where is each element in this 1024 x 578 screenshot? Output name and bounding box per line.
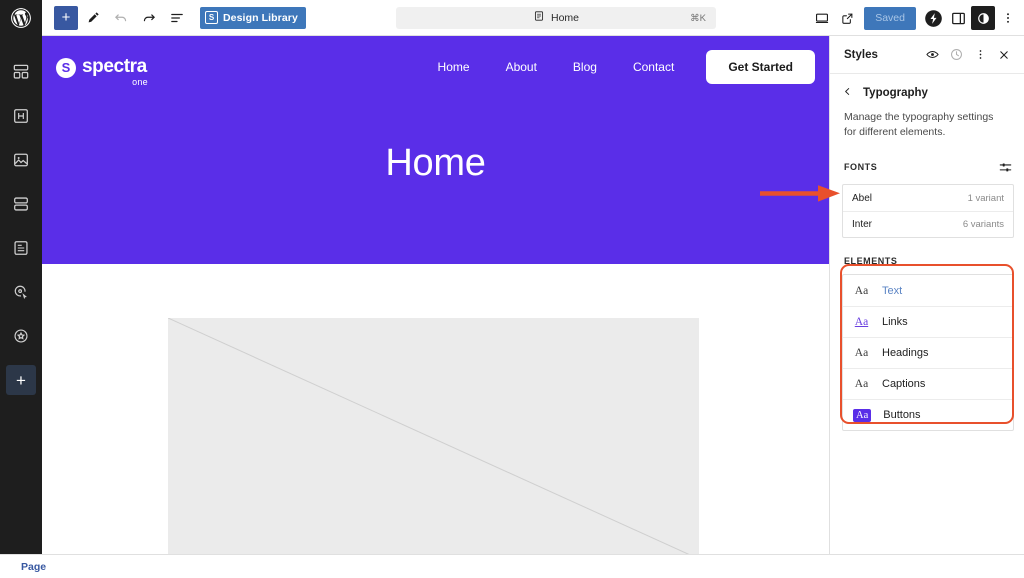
element-label: Captions <box>882 378 926 391</box>
spectra-bolt-icon[interactable] <box>921 6 945 30</box>
save-button[interactable]: Saved <box>864 6 916 30</box>
history-clock-icon[interactable] <box>944 43 968 67</box>
font-name: Abel <box>852 192 873 204</box>
add-block-button[interactable]: + <box>54 5 78 30</box>
font-variant-count: 6 variants <box>962 219 1004 231</box>
add-new-button[interactable]: + <box>0 358 42 402</box>
status-bar: Page <box>0 554 1024 578</box>
save-button-label: Saved <box>875 12 905 24</box>
styles-panel-title: Styles <box>844 48 878 61</box>
type-sample-icon: Aa <box>854 284 869 297</box>
element-row-buttons[interactable]: Aa Buttons <box>843 399 1013 430</box>
element-row-captions[interactable]: Aa Captions <box>843 368 1013 399</box>
fonts-section-label: Fonts <box>844 162 878 173</box>
pencil-icon[interactable] <box>80 5 106 31</box>
wordpress-logo-icon[interactable] <box>0 0 42 36</box>
breadcrumb[interactable]: Typography <box>830 74 1024 108</box>
command-bar-inner: Home <box>533 9 579 27</box>
editor-root: + + S Design Library Home ⌘K Saved S spe… <box>0 0 1024 578</box>
close-x-icon[interactable] <box>992 43 1016 67</box>
sidebar-item-patterns[interactable] <box>0 94 42 138</box>
toolbar-right-group: Saved <box>810 0 1020 36</box>
command-bar-shortcut: ⌘K <box>690 12 706 24</box>
more-options-icon[interactable] <box>968 43 992 67</box>
font-name: Inter <box>852 219 873 231</box>
breadcrumb-label: Typography <box>863 87 928 99</box>
left-rail: + <box>0 0 42 578</box>
design-library-button[interactable]: S Design Library <box>200 6 306 29</box>
hero-section[interactable]: S spectra one Home About Blog Contact Ge… <box>42 36 829 264</box>
fonts-list: Abel 1 variant Inter 6 variants <box>842 184 1014 239</box>
design-library-badge: S <box>205 11 218 24</box>
chevron-left-icon[interactable] <box>842 84 853 102</box>
elements-section-header: Elements <box>830 238 1024 272</box>
element-label: Headings <box>882 347 929 360</box>
external-link-icon[interactable] <box>835 6 859 30</box>
element-label: Buttons <box>883 409 921 422</box>
toolbar-left-group: + S Design Library <box>42 5 306 31</box>
elements-list: Aa Text Aa Links Aa Headings Aa Captions… <box>842 274 1014 432</box>
type-sample-icon: Aa <box>854 347 869 360</box>
fonts-section-header: Fonts <box>830 140 1024 182</box>
font-variant-count: 1 variant <box>967 192 1004 204</box>
sidebar-toggle-icon[interactable] <box>946 6 970 30</box>
element-row-text[interactable]: Aa Text <box>843 275 1013 306</box>
font-row-abel[interactable]: Abel 1 variant <box>843 185 1013 211</box>
status-bar-label[interactable]: Page <box>0 561 46 573</box>
styles-panel-header: Styles <box>830 36 1024 74</box>
element-label: Links <box>882 316 908 329</box>
type-sample-icon: Aa <box>854 378 869 391</box>
add-block-label: + <box>61 9 71 26</box>
sidebar-item-media[interactable] <box>0 138 42 182</box>
panel-description: Manage the typography settings for diffe… <box>844 111 994 139</box>
sliders-icon[interactable] <box>996 158 1014 176</box>
sidebar-item-templates[interactable] <box>0 182 42 226</box>
styles-sidebar: Styles Typography Manage the typography … <box>829 36 1024 554</box>
content-area <box>42 264 829 554</box>
three-dots-vertical-icon[interactable] <box>996 6 1020 30</box>
command-bar[interactable]: Home ⌘K <box>396 7 716 29</box>
top-toolbar: + S Design Library Home ⌘K Saved <box>42 0 1024 36</box>
document-outline-icon[interactable] <box>164 5 190 31</box>
styles-contrast-icon[interactable] <box>971 6 995 30</box>
image-placeholder[interactable] <box>168 318 699 554</box>
type-sample-icon: Aa <box>854 316 869 329</box>
elements-section-label: Elements <box>844 256 898 267</box>
sidebar-item-favorites[interactable] <box>0 314 42 358</box>
font-row-inter[interactable]: Inter 6 variants <box>843 211 1013 237</box>
page-title[interactable]: Home <box>42 36 829 264</box>
element-row-links[interactable]: Aa Links <box>843 306 1013 337</box>
sidebar-item-interactions[interactable] <box>0 270 42 314</box>
sidebar-item-pages[interactable] <box>0 226 42 270</box>
page-icon <box>533 9 545 27</box>
design-library-label: Design Library <box>223 11 298 24</box>
sidebar-item-blocks[interactable] <box>0 50 42 94</box>
desktop-preview-icon[interactable] <box>810 6 834 30</box>
undo-icon[interactable] <box>108 5 134 31</box>
rail-item-list: + <box>0 36 42 402</box>
redo-icon[interactable] <box>136 5 162 31</box>
add-new-label: + <box>6 365 36 395</box>
command-bar-value: Home <box>550 12 579 24</box>
editor-canvas[interactable]: S spectra one Home About Blog Contact Ge… <box>42 36 829 554</box>
element-row-headings[interactable]: Aa Headings <box>843 337 1013 368</box>
element-label: Text <box>882 284 903 297</box>
eye-icon[interactable] <box>920 43 944 67</box>
site-preview: S spectra one Home About Blog Contact Ge… <box>42 36 829 554</box>
type-sample-icon: Aa <box>853 408 872 422</box>
